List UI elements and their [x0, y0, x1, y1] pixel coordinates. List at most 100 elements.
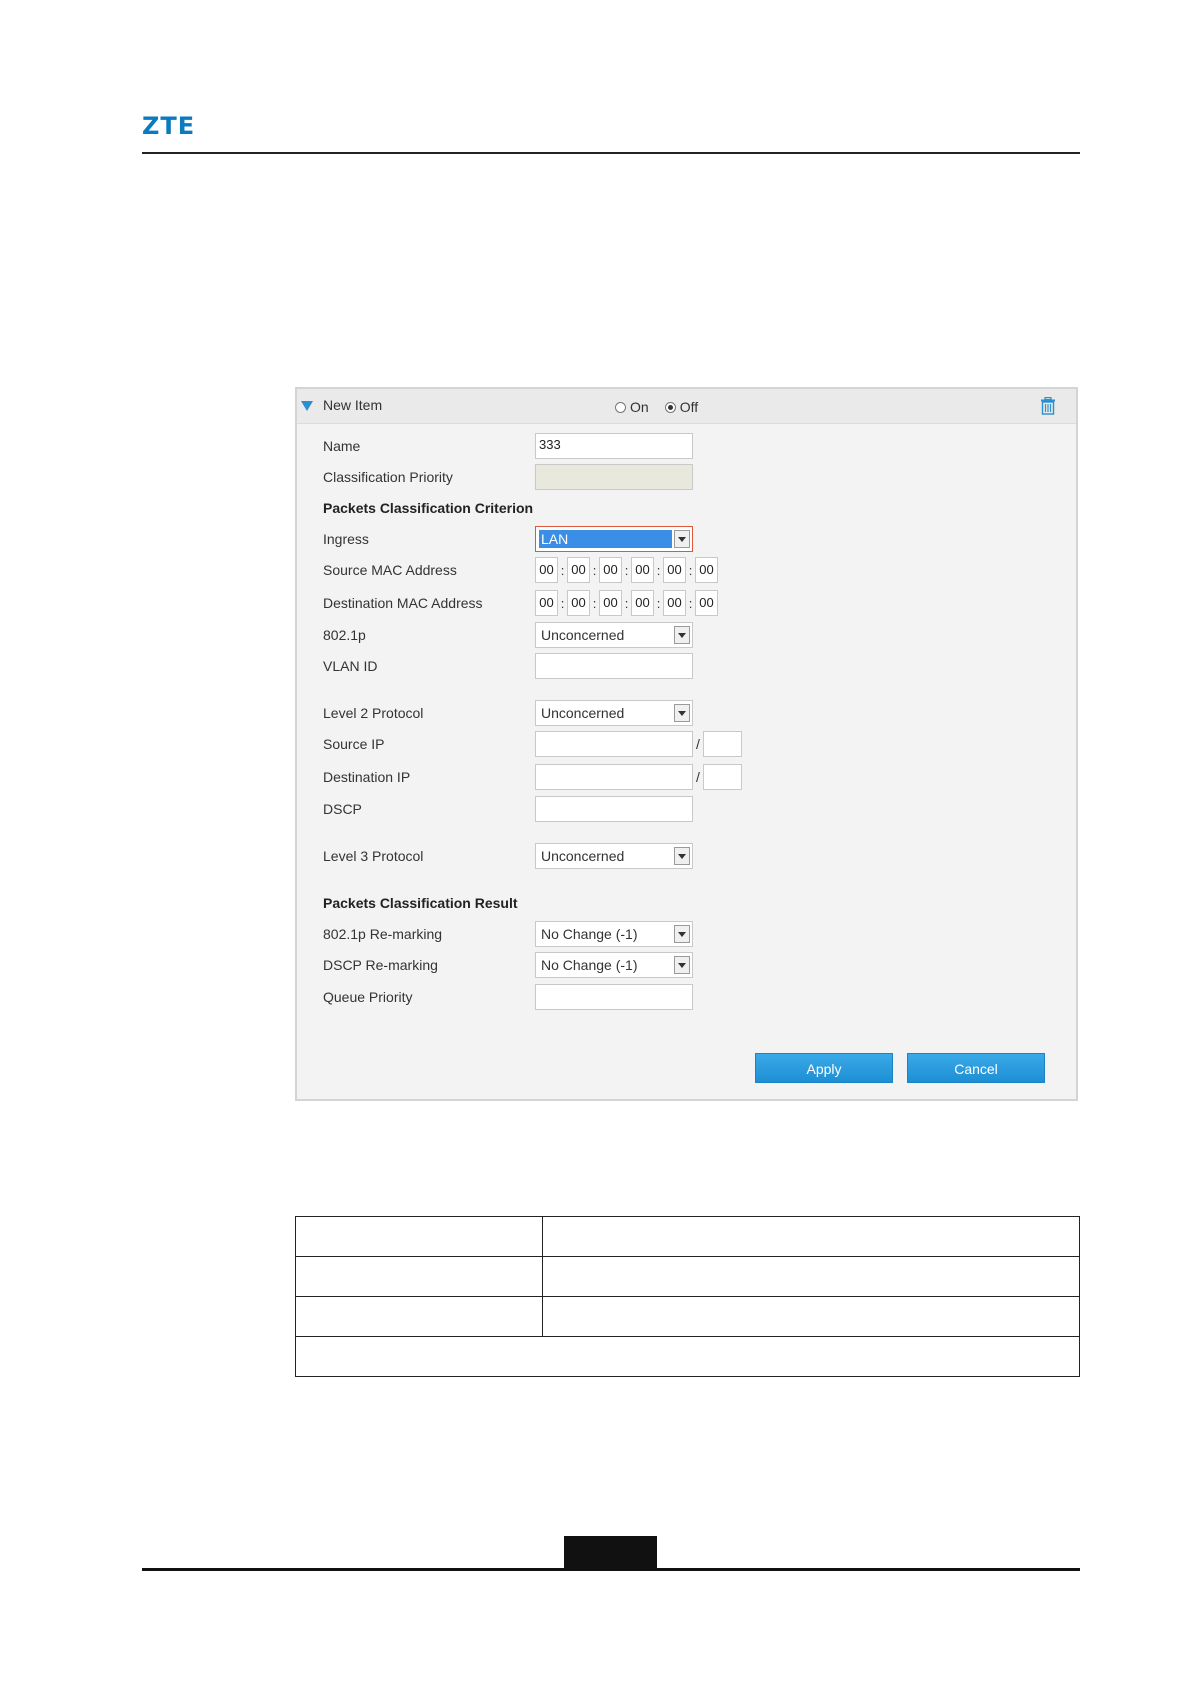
qos-classification-panel: New Item On Off Name 333 Classification … — [295, 387, 1078, 1101]
classification-priority-input — [535, 464, 693, 490]
dest-mac-octet-1[interactable]: 00 — [535, 590, 558, 616]
panel-title: New Item — [323, 397, 383, 413]
mac-separator: : — [656, 595, 661, 611]
header-divider — [142, 152, 1080, 154]
dot1p-label: 802.1p — [323, 627, 366, 643]
table-cell — [295, 1296, 543, 1337]
dot1p-value: Unconcerned — [541, 627, 625, 643]
dest-mac-octet-6[interactable]: 00 — [695, 590, 718, 616]
table-cell — [542, 1296, 1080, 1337]
mac-separator: : — [592, 595, 597, 611]
source-mac-octet-3[interactable]: 00 — [599, 557, 622, 583]
trash-icon[interactable] — [1040, 397, 1056, 415]
table-cell — [295, 1336, 1080, 1377]
mac-separator: : — [624, 562, 629, 578]
level2-protocol-value: Unconcerned — [541, 705, 625, 721]
name-label: Name — [323, 438, 361, 454]
ingress-value: LAN — [539, 530, 672, 548]
mac-separator: : — [688, 562, 693, 578]
source-ip-input[interactable] — [535, 731, 693, 757]
dscp-remark-value: No Change (-1) — [541, 957, 638, 973]
dest-mac-input: 00 : 00 : 00 : 00 : 00 : 00 — [535, 590, 718, 616]
collapse-triangle-icon[interactable] — [301, 401, 313, 411]
mac-separator: : — [624, 595, 629, 611]
ingress-select[interactable]: LAN — [535, 526, 693, 552]
source-mac-octet-2[interactable]: 00 — [567, 557, 590, 583]
source-mac-octet-1[interactable]: 00 — [535, 557, 558, 583]
table-row — [295, 1296, 1080, 1337]
dscp-label: DSCP — [323, 801, 362, 817]
ip-slash: / — [696, 769, 700, 785]
table-row — [295, 1216, 1080, 1257]
chevron-down-icon[interactable] — [674, 626, 690, 644]
apply-button[interactable]: Apply — [755, 1053, 893, 1083]
dot1p-remark-label: 802.1p Re-marking — [323, 926, 443, 942]
mac-separator: : — [656, 562, 661, 578]
level3-protocol-value: Unconcerned — [541, 848, 625, 864]
dest-mac-octet-3[interactable]: 00 — [599, 590, 622, 616]
table-row — [295, 1256, 1080, 1297]
dest-ip-group: / — [535, 764, 742, 790]
vlan-id-label: VLAN ID — [323, 658, 378, 674]
radio-off-label: Off — [679, 399, 699, 415]
source-mac-octet-4[interactable]: 00 — [631, 557, 654, 583]
level2-protocol-label: Level 2 Protocol — [323, 705, 424, 721]
dscp-remark-label: DSCP Re-marking — [323, 957, 438, 973]
queue-priority-input[interactable] — [535, 984, 693, 1010]
chevron-down-icon[interactable] — [674, 956, 690, 974]
mac-separator: : — [560, 562, 565, 578]
footer-divider — [142, 1568, 1080, 1571]
dest-mac-label: Destination MAC Address — [323, 595, 483, 611]
table-cell — [295, 1256, 543, 1297]
dot1p-select[interactable]: Unconcerned — [535, 622, 693, 648]
dest-mac-octet-4[interactable]: 00 — [631, 590, 654, 616]
chevron-down-icon[interactable] — [674, 530, 690, 548]
radio-on[interactable] — [615, 401, 626, 413]
criterion-heading: Packets Classification Criterion — [323, 500, 534, 516]
result-heading: Packets Classification Result — [323, 895, 518, 911]
level3-protocol-select[interactable]: Unconcerned — [535, 843, 693, 869]
dest-mac-octet-2[interactable]: 00 — [567, 590, 590, 616]
dscp-remark-select[interactable]: No Change (-1) — [535, 952, 693, 978]
name-input[interactable]: 333 — [535, 433, 693, 459]
table-cell — [295, 1216, 543, 1257]
page-number-tab — [564, 1536, 657, 1569]
dest-mac-octet-5[interactable]: 00 — [663, 590, 686, 616]
source-mac-label: Source MAC Address — [323, 562, 457, 578]
table-row — [295, 1336, 1080, 1377]
mac-separator: : — [560, 595, 565, 611]
table-cell — [542, 1256, 1080, 1297]
dot1p-remark-value: No Change (-1) — [541, 926, 638, 942]
source-mac-octet-6[interactable]: 00 — [695, 557, 718, 583]
source-mac-input: 00 : 00 : 00 : 00 : 00 : 00 — [535, 557, 718, 583]
chevron-down-icon[interactable] — [674, 847, 690, 865]
mac-separator: : — [688, 595, 693, 611]
radio-off[interactable] — [664, 401, 676, 413]
panel-header: New Item On Off — [297, 389, 1076, 424]
enable-toggle: On Off — [615, 399, 714, 415]
dscp-input[interactable] — [535, 796, 693, 822]
dot1p-remark-select[interactable]: No Change (-1) — [535, 921, 693, 947]
dest-ip-input[interactable] — [535, 764, 693, 790]
chevron-down-icon[interactable] — [674, 704, 690, 722]
mac-separator: : — [592, 562, 597, 578]
queue-priority-label: Queue Priority — [323, 989, 413, 1005]
ip-slash: / — [696, 736, 700, 752]
source-ip-label: Source IP — [323, 736, 385, 752]
dest-ip-label: Destination IP — [323, 769, 411, 785]
level3-protocol-label: Level 3 Protocol — [323, 848, 424, 864]
vlan-id-input[interactable] — [535, 653, 693, 679]
ingress-label: Ingress — [323, 531, 369, 547]
source-ip-group: / — [535, 731, 742, 757]
info-table — [295, 1216, 1080, 1377]
table-cell — [542, 1216, 1080, 1257]
radio-on-label: On — [630, 399, 649, 415]
source-ip-mask-input[interactable] — [703, 731, 742, 757]
level2-protocol-select[interactable]: Unconcerned — [535, 700, 693, 726]
cancel-button[interactable]: Cancel — [907, 1053, 1045, 1083]
classification-priority-label: Classification Priority — [323, 469, 453, 485]
chevron-down-icon[interactable] — [674, 925, 690, 943]
zte-logo: ZTE — [142, 112, 196, 140]
source-mac-octet-5[interactable]: 00 — [663, 557, 686, 583]
dest-ip-mask-input[interactable] — [703, 764, 742, 790]
